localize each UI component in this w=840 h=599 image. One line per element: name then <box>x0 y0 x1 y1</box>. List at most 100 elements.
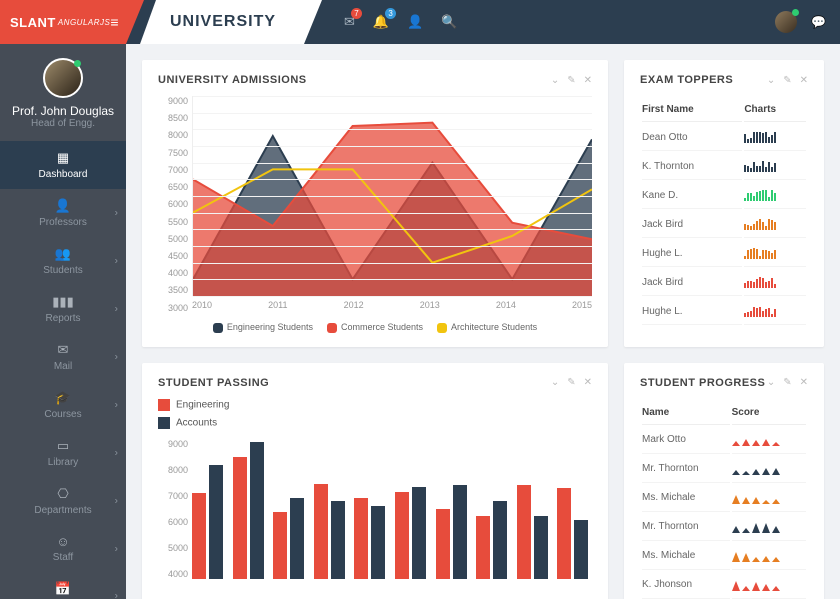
sparkline <box>732 463 806 475</box>
sparkline <box>732 492 806 504</box>
bell-icon[interactable]: 🔔3 <box>373 14 389 30</box>
nav-icon: 🎓 <box>55 390 71 406</box>
nav-icon: 👤 <box>55 198 71 214</box>
user-icon[interactable]: 👤 <box>407 14 423 30</box>
sidebar-item-dashboard[interactable]: ▦Dashboard <box>0 141 126 189</box>
legend-item[interactable]: Commerce Students <box>327 322 423 333</box>
close-icon[interactable]: ✕ <box>584 377 592 388</box>
bar[interactable] <box>209 465 223 579</box>
cell-name: Mark Otto <box>642 427 730 454</box>
col-name: Name <box>642 401 730 425</box>
card-tools: ⌄ ✎ ✕ <box>551 75 592 86</box>
bar[interactable] <box>412 487 426 579</box>
sidebar-item-staff[interactable]: ☺Staff› <box>0 525 126 572</box>
table-row: Mr. Thornton <box>642 514 806 541</box>
avatar[interactable] <box>775 11 797 33</box>
nav-icon: ⎔ <box>57 486 68 502</box>
cell-name: K. Thornton <box>642 153 742 180</box>
card-toppers: EXAM TOPPERS ⌄ ✎ ✕ First NameCharts Dean O… <box>624 60 824 347</box>
online-indicator <box>792 9 799 16</box>
bar-group <box>192 465 227 579</box>
chevron-right-icon: › <box>115 256 118 267</box>
bar[interactable] <box>250 442 264 579</box>
search-icon[interactable]: 🔍 <box>441 14 457 30</box>
bar[interactable] <box>517 485 531 578</box>
cell-name: Jack Bird <box>642 211 742 238</box>
sidebar-item-mail[interactable]: ✉Mail› <box>0 333 126 381</box>
sparkline <box>732 579 806 591</box>
close-icon[interactable]: ✕ <box>800 75 808 86</box>
toppers-table: First NameCharts Dean OttoK. ThorntonKan… <box>640 96 808 327</box>
chevron-right-icon: › <box>115 304 118 315</box>
close-icon[interactable]: ✕ <box>800 377 808 388</box>
bar-group <box>233 442 268 579</box>
bar[interactable] <box>192 493 206 579</box>
bar-group <box>395 487 430 579</box>
edit-icon[interactable]: ✎ <box>567 75 575 86</box>
card-title: UNIVERSITY ADMISSIONS <box>158 74 307 86</box>
bar[interactable] <box>233 457 247 578</box>
nav-label: Departments <box>34 505 91 516</box>
card-title: EXAM TOPPERS <box>640 74 733 86</box>
sidebar-item-event-management[interactable]: 📅Event Management› <box>0 572 126 599</box>
edit-icon[interactable]: ✎ <box>567 377 575 388</box>
brand-logo[interactable]: SLANTANGULARJS ≡ <box>0 0 126 44</box>
page-title-wrap: UNIVERSITY <box>156 0 304 44</box>
bar[interactable] <box>534 516 548 578</box>
collapse-icon[interactable]: ⌄ <box>551 377 559 388</box>
nav-label: Library <box>48 457 79 468</box>
sidebar-item-departments[interactable]: ⎔Departments› <box>0 477 126 525</box>
bar[interactable] <box>493 501 507 579</box>
brand-sub: ANGULARJS <box>58 18 111 27</box>
bar[interactable] <box>436 509 450 579</box>
cell-name: Hughe L. <box>642 298 742 325</box>
collapse-icon[interactable]: ⌄ <box>551 75 559 86</box>
bar[interactable] <box>453 485 467 578</box>
bar[interactable] <box>290 498 304 579</box>
bar[interactable] <box>371 506 385 579</box>
sidebar-item-courses[interactable]: 🎓Courses› <box>0 381 126 429</box>
brand-name: SLANT <box>10 15 56 30</box>
bar-group <box>354 498 389 579</box>
profile-role: Head of Engg. <box>0 118 126 129</box>
legend-item[interactable]: Accounts <box>158 417 592 429</box>
bar[interactable] <box>574 520 588 579</box>
bar[interactable] <box>331 501 345 579</box>
profile-block[interactable]: Prof. John Douglas Head of Engg. <box>0 44 126 141</box>
table-row: Ms. Michale <box>642 485 806 512</box>
nav-icon: 👥 <box>55 246 71 262</box>
close-icon[interactable]: ✕ <box>584 75 592 86</box>
sidebar-item-professors[interactable]: 👤Professors› <box>0 189 126 237</box>
profile-name: Prof. John Douglas <box>0 104 126 118</box>
bar[interactable] <box>354 498 368 579</box>
bar[interactable] <box>476 516 490 578</box>
sparkline <box>744 189 806 201</box>
bar[interactable] <box>314 484 328 579</box>
bar[interactable] <box>557 488 571 578</box>
table-row: Kane D. <box>642 182 806 209</box>
edit-icon[interactable]: ✎ <box>783 75 791 86</box>
nav-icon: ☺ <box>56 534 69 549</box>
collapse-icon[interactable]: ⌄ <box>767 377 775 388</box>
cell-name: Ms. Michale <box>642 485 730 512</box>
chat-icon[interactable]: 💬 <box>811 15 826 29</box>
hamburger-icon[interactable]: ≡ <box>110 14 119 30</box>
chevron-right-icon: › <box>115 208 118 219</box>
sidebar-item-library[interactable]: ▭Library› <box>0 429 126 477</box>
mail-icon[interactable]: ✉7 <box>344 14 355 30</box>
top-icons: ✉7 🔔3 👤 🔍 <box>344 14 457 30</box>
legend-item[interactable]: Engineering <box>158 399 592 411</box>
chevron-right-icon: › <box>115 448 118 459</box>
bar[interactable] <box>273 512 287 579</box>
sidebar-item-reports[interactable]: ▮▮▮Reports› <box>0 285 126 333</box>
legend-item[interactable]: Engineering Students <box>213 322 313 333</box>
bar[interactable] <box>395 492 409 579</box>
top-right: 💬 <box>775 11 826 33</box>
collapse-icon[interactable]: ⌄ <box>767 75 775 86</box>
edit-icon[interactable]: ✎ <box>783 377 791 388</box>
sidebar-item-students[interactable]: 👥Students› <box>0 237 126 285</box>
progress-table: NameScore Mark OttoMr. ThorntonMs. Micha… <box>640 399 808 599</box>
table-row: Jack Bird <box>642 269 806 296</box>
legend-item[interactable]: Architecture Students <box>437 322 537 333</box>
cell-name: Mr. Thornton <box>642 514 730 541</box>
